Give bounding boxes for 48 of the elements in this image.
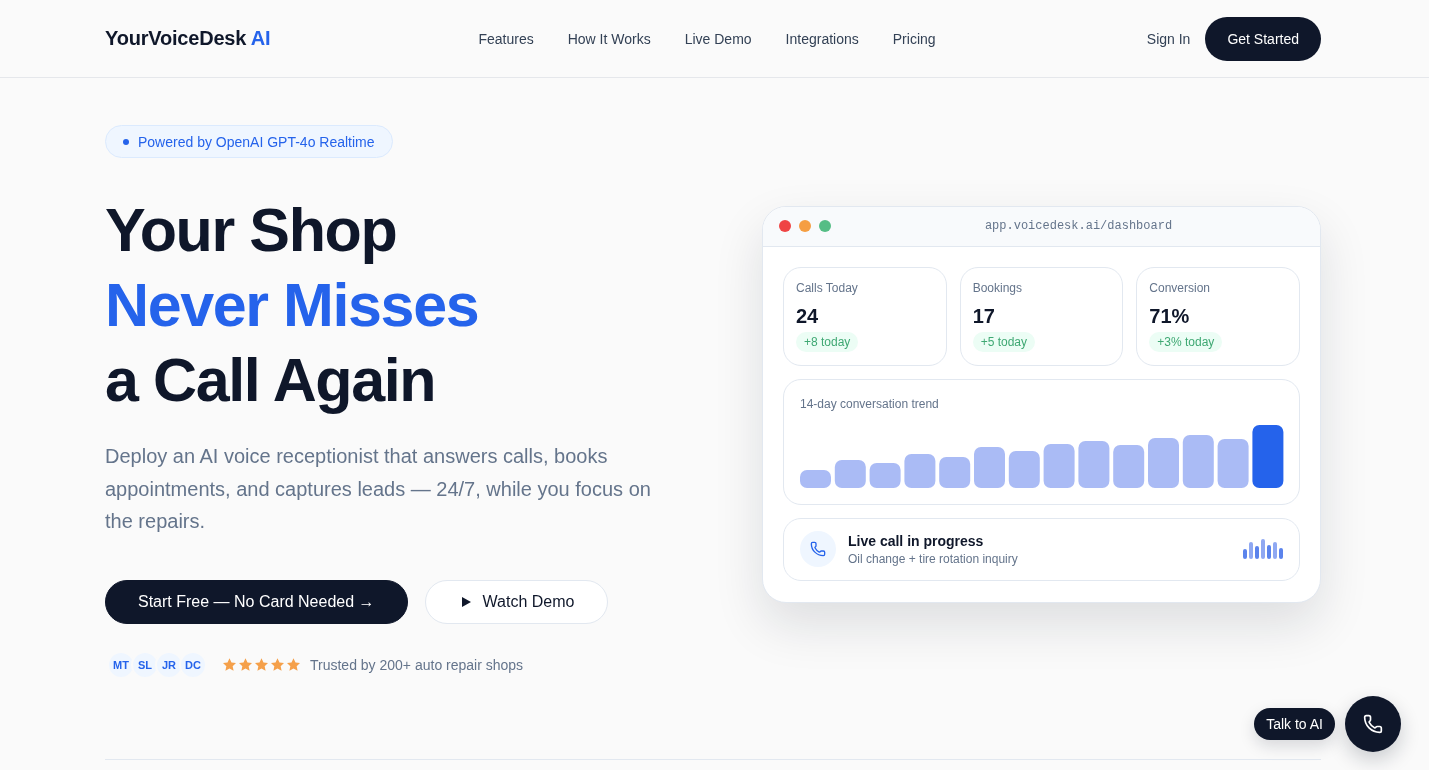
change-badge: +8 today — [796, 331, 859, 352]
phone-icon — [800, 531, 836, 568]
nav-link[interactable]: Features — [478, 30, 534, 47]
star-icon — [271, 658, 284, 671]
stat-value: 17 — [972, 303, 995, 328]
dot-icon — [123, 138, 129, 145]
badge-text: Powered by OpenAI GPT-4o Realtime — [138, 133, 375, 150]
live-call-title: Live call in progress — [848, 532, 985, 549]
headline-line: a Call Again — [105, 345, 436, 416]
star-icon — [255, 658, 268, 671]
stat-value: 71% — [1149, 303, 1190, 328]
avatar: SL — [131, 650, 159, 679]
phone-icon — [1363, 714, 1383, 734]
stat-label: Bookings — [972, 279, 1023, 296]
headline-line: Never Misses — [105, 270, 479, 341]
stat-label: Calls Today — [796, 279, 858, 296]
window-dot-icon — [799, 220, 811, 233]
watch-demo-button[interactable]: Watch Demo — [424, 579, 609, 624]
talk-to-ai-button[interactable]: Talk to AI — [1254, 708, 1335, 740]
nav-link[interactable]: Live Demo — [684, 30, 752, 47]
url-text: app.voicedesk.ai/dashboard — [983, 219, 1174, 234]
avatar: DC — [179, 650, 207, 679]
headline-line: Your Shop — [105, 195, 397, 266]
change-badge: +5 today — [972, 331, 1036, 352]
avatar: JR — [155, 650, 183, 679]
logo[interactable]: YourVoiceDesk AI — [105, 27, 271, 50]
nav-link[interactable]: How It Works — [567, 30, 651, 47]
change-badge: +3% today — [1149, 331, 1223, 352]
stat-label: Conversion — [1149, 279, 1211, 296]
avatar: MT — [107, 650, 135, 679]
star-icon — [223, 658, 236, 671]
trust-text: Trusted by 200+ auto repair shops — [310, 656, 524, 673]
star-icon — [287, 658, 300, 671]
star-icon — [239, 658, 252, 671]
call-button[interactable] — [1345, 696, 1401, 752]
play-icon — [461, 596, 471, 607]
window-dot-icon — [819, 220, 831, 233]
hero-description: Deploy an AI voice receptionist that answers calls, books appointments, and captures leads — 24/7, while you focus on the repairs. — [105, 444, 652, 534]
window-dot-icon — [779, 220, 791, 233]
nav-link[interactable]: Pricing — [892, 30, 936, 47]
trend-title: 14-day conversation trend — [800, 395, 940, 412]
get-started-button[interactable]: Get Started — [1205, 16, 1321, 61]
audio-wave-icon — [1243, 539, 1283, 560]
stat-value: 24 — [796, 303, 819, 328]
live-call-subtitle: Oil change + tire rotation inquiry — [848, 551, 1019, 566]
nav-link[interactable]: Integrations — [785, 30, 859, 47]
sign-in-link[interactable]: Sign In — [1146, 26, 1191, 51]
start-free-button[interactable]: Start Free — No Card Needed → — [105, 579, 408, 624]
